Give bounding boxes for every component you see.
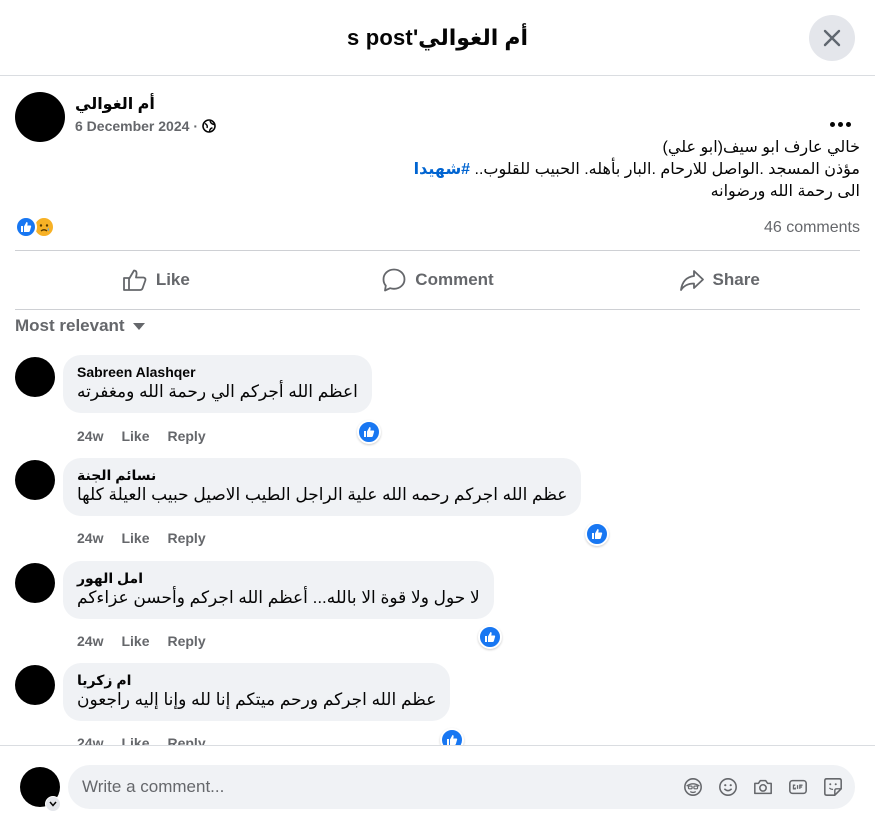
comment-like-reaction-icon[interactable]	[440, 728, 464, 745]
post-line-2: مؤذن المسجد .الواصل للارحام .البار بأهله…	[15, 159, 860, 181]
comment-input-box	[68, 765, 855, 809]
like-button[interactable]: Like	[15, 251, 297, 309]
comment-like-reaction-icon[interactable]	[585, 522, 609, 546]
comment-meta: 24w Like Reply	[77, 530, 206, 546]
emoji-button[interactable]	[718, 775, 738, 799]
comment-bubble: Sabreen Alashqer اعظم الله أجركم الي رحم…	[63, 355, 372, 413]
comment-button[interactable]: Comment	[297, 251, 579, 309]
commenter-avatar[interactable]	[15, 665, 55, 705]
like-label: Like	[155, 270, 190, 289]
sticker-icon	[824, 778, 842, 796]
post-line-2-text: مؤذن المسجد .الواصل للارحام .البار بأهله…	[470, 161, 860, 178]
globe-icon	[202, 119, 216, 133]
post-date[interactable]: 6 December 2024	[75, 118, 189, 134]
comment-reply-link[interactable]: Reply	[167, 428, 205, 444]
comment-like-link[interactable]: Like	[121, 633, 149, 649]
avatar-sticker-icon	[684, 778, 702, 796]
close-button[interactable]	[809, 15, 855, 61]
commenter-name[interactable]: امل الهور	[77, 570, 480, 587]
commenter-avatar[interactable]	[15, 460, 55, 500]
comment-time[interactable]: 24w	[77, 530, 103, 546]
comment-meta: 24w Like Reply	[77, 428, 206, 444]
comment-like-reaction-icon[interactable]	[478, 625, 502, 649]
comment-text: عظم الله اجركم ورحم ميتكم إنا لله وإنا إ…	[77, 690, 437, 709]
profile-switch-chevron-icon[interactable]	[45, 796, 61, 812]
commenter-avatar[interactable]	[15, 563, 55, 603]
dialog-header: أم الغوالي's post	[0, 0, 875, 76]
reactions-summary: 46 comments	[15, 216, 860, 240]
comment-sort-dropdown[interactable]: Most relevant	[15, 316, 145, 336]
emoji-icon	[719, 778, 737, 796]
composer-tools	[683, 775, 843, 799]
comment-meta: 24w Like Reply	[77, 633, 206, 649]
comment-like-link[interactable]: Like	[121, 428, 149, 444]
sort-label: Most relevant	[15, 316, 125, 335]
comment-time[interactable]: 24w	[77, 735, 103, 745]
dialog-scroll-area[interactable]: أم الغوالي 6 December 2024 · خالي عارف ا…	[0, 77, 875, 745]
commenter-name[interactable]: نسائم الجنة	[77, 467, 567, 484]
post-line-1: خالي عارف ابو سيف(ابو علي)	[662, 139, 860, 156]
comments-count[interactable]: 46 comments	[764, 219, 860, 237]
author-avatar[interactable]	[15, 92, 65, 142]
comment-meta: 24w Like Reply	[77, 735, 206, 745]
gif-button[interactable]	[788, 775, 808, 799]
author-name[interactable]: أم الغوالي	[75, 94, 155, 114]
comment-bubble: ام زكريا عظم الله اجركم ورحم ميتكم إنا ل…	[63, 663, 451, 721]
commenter-name[interactable]: ام زكريا	[77, 672, 436, 689]
thumbs-up-icon	[122, 269, 147, 291]
share-arrow-icon	[679, 270, 704, 291]
dialog-title: أم الغوالي's post	[346, 24, 529, 50]
camera-button[interactable]	[753, 775, 773, 799]
comment-time[interactable]: 24w	[77, 633, 103, 649]
avatar-sticker-button[interactable]	[683, 775, 703, 799]
caret-down-icon	[132, 322, 145, 330]
sticker-button[interactable]	[823, 775, 843, 799]
gif-icon	[789, 779, 807, 795]
comment-like-link[interactable]: Like	[121, 735, 149, 745]
commenter-avatar[interactable]	[15, 357, 55, 397]
reaction-icons[interactable]	[15, 216, 55, 238]
post-text: خالي عارف ابو سيف(ابو علي) مؤذن المسجد .…	[15, 137, 860, 203]
share-label: Share	[712, 270, 760, 289]
commenter-name[interactable]: Sabreen Alashqer	[77, 364, 358, 381]
meta-separator: ·	[193, 118, 199, 134]
comment-text: لا حول ولا قوة الا بالله... أعظم الله اج…	[77, 588, 480, 607]
comment-time[interactable]: 24w	[77, 428, 103, 444]
post-meta: 6 December 2024 ·	[75, 118, 216, 134]
comment-bubble: نسائم الجنة عظم الله اجركم رحمه الله علي…	[63, 458, 582, 516]
hashtag-link[interactable]: #شهيدا	[414, 161, 470, 178]
post-line-3: الى رحمة الله ورضوانه	[710, 183, 860, 200]
comment-input[interactable]	[82, 765, 642, 809]
comment-like-reaction-icon[interactable]	[357, 420, 381, 444]
comment-text: اعظم الله أجركم الي رحمة الله ومغفرته	[77, 382, 358, 401]
post-dialog: أم الغوالي's post أم الغوالي 6 December …	[0, 0, 875, 832]
comment-label: Comment	[415, 270, 494, 289]
comment-like-link[interactable]: Like	[121, 530, 149, 546]
comment-composer	[0, 745, 875, 832]
close-icon	[823, 29, 841, 47]
comment-bubble: امل الهور لا حول ولا قوة الا بالله... أع…	[63, 561, 494, 619]
share-button[interactable]: Share	[578, 251, 860, 309]
comment-reply-link[interactable]: Reply	[167, 735, 205, 745]
more-options-button[interactable]	[828, 116, 852, 132]
post-header: أم الغوالي 6 December 2024 ·	[15, 92, 860, 142]
comment-reply-link[interactable]: Reply	[167, 633, 205, 649]
comment-reply-link[interactable]: Reply	[167, 530, 205, 546]
camera-icon	[754, 779, 772, 795]
comment-bubble-icon	[382, 268, 406, 292]
comment-text: عظم الله اجركم رحمه الله علية الراجل الط…	[77, 485, 568, 504]
like-reaction-icon	[15, 216, 37, 238]
post-actions-bar: Like Comment Share	[15, 250, 860, 310]
